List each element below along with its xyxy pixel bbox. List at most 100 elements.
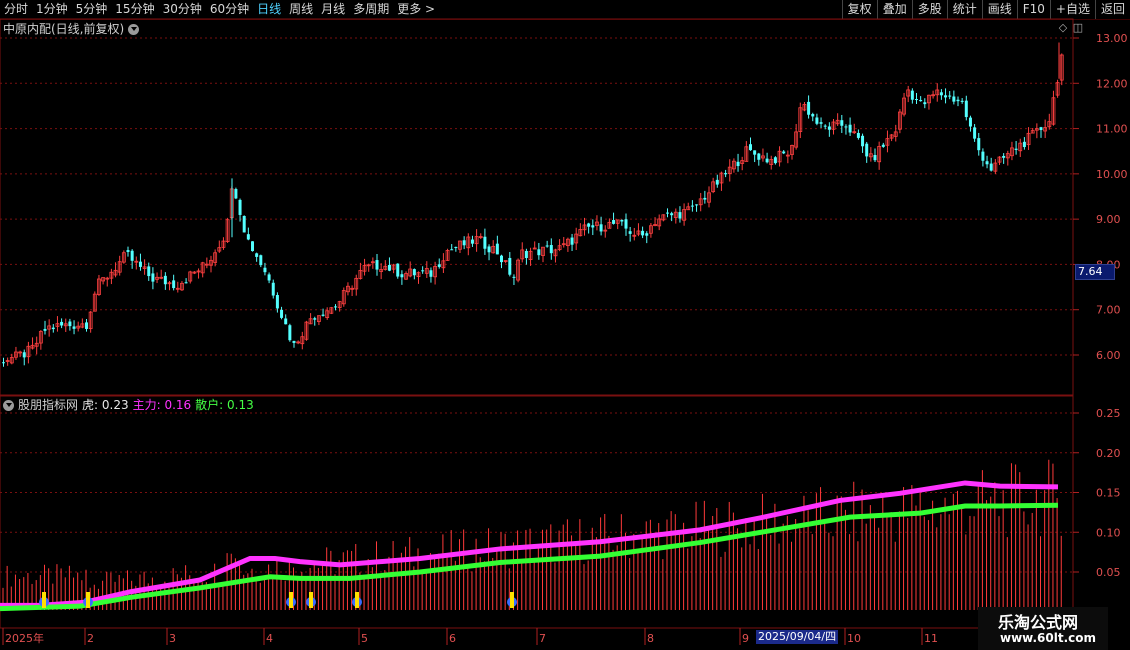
signal-marker-bar <box>42 592 46 608</box>
candle-body <box>695 204 699 206</box>
candle-body <box>989 163 993 171</box>
candle-body <box>251 241 254 252</box>
date-axis-label: 6 <box>449 632 456 645</box>
date-axis-label: 2025年 <box>5 631 44 645</box>
candle-body <box>666 212 669 214</box>
logo-title: 乐淘公式网 <box>998 613 1079 632</box>
candle-body <box>151 273 155 282</box>
candle-body <box>1022 141 1026 148</box>
signal-marker-bar <box>510 592 514 608</box>
candle-body <box>234 189 238 199</box>
indicator-axis-label: 0.20 <box>1096 447 1121 460</box>
candle-body <box>620 219 624 222</box>
candle-body <box>72 326 76 329</box>
candle-body <box>591 225 595 228</box>
candle-body <box>948 95 952 97</box>
date-axis-label: 5 <box>361 632 368 645</box>
candle-body <box>321 314 325 316</box>
candle-body <box>387 264 391 271</box>
candle-body <box>172 280 176 289</box>
candle-body <box>624 219 628 229</box>
candle-body <box>462 240 466 246</box>
indicator-title-bar: 股朋指标网 虎: 0.23 主力: 0.16 散户: 0.13 <box>3 398 258 413</box>
date-axis-label: 3 <box>169 632 176 645</box>
candle-body <box>715 179 719 185</box>
candle-body <box>313 318 317 320</box>
candle-body <box>919 99 923 102</box>
candle-body <box>844 126 848 128</box>
candle-body <box>470 239 474 244</box>
price-axis-label: 10.00 <box>1096 168 1128 181</box>
candle-body <box>437 264 441 267</box>
candle-body <box>749 144 752 151</box>
indicator-axis-label: 0.25 <box>1096 407 1121 420</box>
candle-body <box>275 294 279 309</box>
candle-body <box>973 127 977 139</box>
candle-body <box>1039 127 1043 131</box>
date-axis-label: 8 <box>647 632 654 645</box>
candle-body <box>271 282 275 296</box>
candle-body <box>570 237 574 245</box>
candle-body <box>645 233 649 236</box>
candle-body <box>910 90 914 100</box>
price-axis-label: 6.00 <box>1096 349 1121 362</box>
indicator-axis-label: 0.05 <box>1096 566 1121 579</box>
candle-body <box>487 246 491 253</box>
candle-body <box>292 340 296 343</box>
axes: 13.0012.0011.0010.009.008.007.006.000.25… <box>2 32 1128 645</box>
candle-body <box>51 327 55 330</box>
candle-body <box>259 255 263 266</box>
price-axis-label: 7.00 <box>1096 304 1121 317</box>
candle-body <box>985 161 989 165</box>
candle-body <box>429 270 433 277</box>
candle-body <box>1014 148 1018 150</box>
candle-body <box>641 230 645 236</box>
candle-body <box>246 234 250 240</box>
candle-body <box>512 276 516 278</box>
candle-body <box>628 231 632 234</box>
candle-body <box>865 143 869 157</box>
candle-body <box>454 246 458 248</box>
candle-body <box>977 138 981 151</box>
candle-body <box>238 199 242 215</box>
candle-body <box>255 253 259 257</box>
candle-body <box>126 250 130 252</box>
signal-marker-bar <box>289 592 293 608</box>
date-axis-label: 4 <box>266 632 273 645</box>
candle-body <box>450 249 454 251</box>
candle-body <box>549 245 553 254</box>
candle-body <box>85 322 88 329</box>
candle-body <box>587 223 591 227</box>
kline-chart[interactable]: 13.0012.0011.0010.009.008.007.006.000.25… <box>0 0 1130 650</box>
chevron-down-icon[interactable] <box>3 400 14 411</box>
candle-body <box>765 158 769 163</box>
price-axis-label: 9.00 <box>1096 213 1121 226</box>
candle-body <box>495 243 499 255</box>
candle-body <box>819 122 823 124</box>
candle-body <box>400 274 404 278</box>
candle-body <box>964 100 968 118</box>
candle-body <box>757 153 761 160</box>
candle-body <box>1002 155 1006 158</box>
indicator-legend-0: 虎: 0.23 <box>82 398 129 412</box>
date-axis-label: 2 <box>87 632 94 645</box>
crosshair-date: 2025/09/04/四 <box>756 630 839 644</box>
candle-body <box>856 132 860 138</box>
date-axis-label: 10 <box>847 632 861 645</box>
candle-body <box>690 205 694 207</box>
candle-body <box>412 269 416 276</box>
candle-body <box>147 266 151 277</box>
indicator-axis-label: 0.15 <box>1096 487 1121 500</box>
candle-body <box>524 250 528 259</box>
candlestick-series <box>2 42 1064 367</box>
candle-body <box>815 117 819 124</box>
indicator-name: 股朋指标网 <box>18 398 79 412</box>
candle-body <box>753 150 757 155</box>
candle-body <box>334 306 337 308</box>
candle-body <box>68 321 72 327</box>
candle-body <box>43 328 47 331</box>
date-axis-label: 7 <box>539 632 546 645</box>
signal-marker-bar <box>86 592 90 608</box>
candle-body <box>508 257 512 275</box>
candle-body <box>678 212 682 219</box>
